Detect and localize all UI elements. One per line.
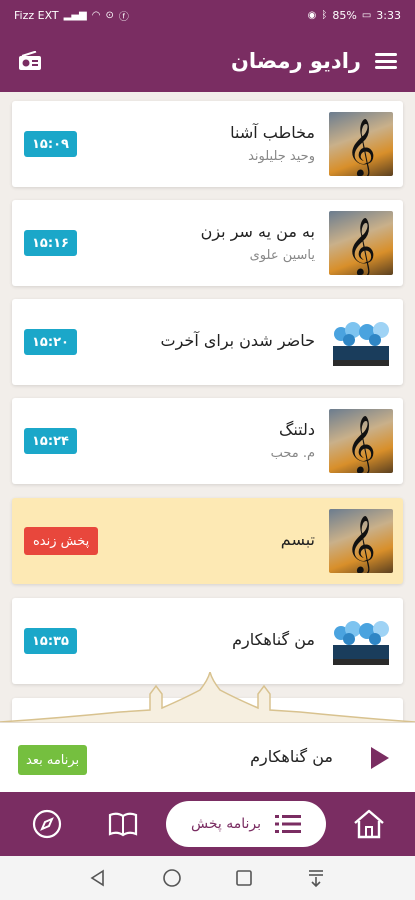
program-title: به من یه سر بزن [200, 222, 315, 241]
music-note-thumbnail: 𝄞 [329, 509, 393, 573]
compass-icon[interactable] [30, 807, 64, 841]
schedule-tab[interactable]: برنامه پخش [166, 801, 326, 847]
book-icon[interactable] [106, 807, 140, 841]
bluetooth-icon: ᛒ [321, 9, 328, 21]
status-bar: Fizz EXT ▂▄▆ ◠ ⊙ ⓕ ◉ ᛒ 85% ▭ 3:33 [0, 0, 415, 30]
recents-icon[interactable] [234, 868, 254, 888]
program-card[interactable]: 𝄞 دلتنگ م. محب ۱۵:۲۴ [12, 398, 403, 484]
battery-icon: ▭ [361, 9, 372, 21]
eye-icon: ◉ [307, 9, 317, 21]
program-card[interactable]: 𝄞 به من یه سر بزن یاسین علوی ۱۵:۱۶ [12, 200, 403, 286]
svg-text:𝄞: 𝄞 [346, 515, 376, 573]
status-left: Fizz EXT ▂▄▆ ◠ ⊙ ⓕ [14, 8, 129, 23]
system-nav-bar [0, 856, 415, 900]
notifications-down-icon[interactable] [306, 868, 326, 888]
next-program-button[interactable]: برنامه بعد [18, 745, 88, 775]
bottom-nav: برنامه پخش [0, 792, 415, 856]
back-icon[interactable] [88, 868, 108, 888]
program-title: مخاطب آشنا [230, 123, 315, 142]
now-playing-bar: برنامه بعد من گناهکارم [0, 722, 415, 793]
time-badge: ۱۵:۰۹ [24, 131, 77, 157]
svg-text:𝄞: 𝄞 [346, 217, 376, 275]
program-artist: م. محب [270, 446, 315, 461]
time-badge: ۱۵:۱۶ [24, 230, 77, 256]
program-list[interactable]: 𝄞 مخاطب آشنا وحید جلیلوند ۱۵:۰۹ 𝄞 به من … [0, 92, 415, 732]
live-badge: پخش زنده [24, 527, 99, 555]
vpn-icon: ⊙ [105, 9, 114, 21]
crowd-thumbnail [329, 609, 393, 673]
program-title: حاضر شدن برای آخرت [160, 331, 315, 350]
home-icon[interactable] [352, 807, 386, 841]
music-note-thumbnail: 𝄞 [329, 409, 393, 473]
signal-icon: ▂▄▆ [63, 9, 87, 21]
battery-percent: 85% [332, 8, 357, 22]
svg-text:𝄞: 𝄞 [346, 415, 376, 473]
carrier-label: Fizz EXT [14, 8, 59, 22]
time-badge: ۱۵:۲۴ [24, 428, 77, 454]
app-header: رادیو رمضان [0, 30, 415, 92]
svg-text:𝄞: 𝄞 [346, 118, 376, 176]
now-playing-title: من گناهکارم [250, 747, 333, 766]
page-title: رادیو رمضان [230, 49, 361, 73]
program-card[interactable]: من گناهکارم ۱۵:۳۵ [12, 598, 403, 684]
program-card-live[interactable]: 𝄞 تبسم پخش زنده [12, 498, 403, 584]
home-circle-icon[interactable] [162, 868, 182, 888]
program-artist: وحید جلیلوند [248, 149, 315, 164]
program-title: دلتنگ [279, 420, 315, 439]
wifi-icon: ◠ [91, 9, 101, 21]
music-note-thumbnail: 𝄞 [329, 211, 393, 275]
radio-icon[interactable] [18, 50, 42, 71]
program-title: من گناهکارم [232, 630, 315, 649]
program-card[interactable]: 𝄞 مخاطب آشنا وحید جلیلوند ۱۵:۰۹ [12, 101, 403, 187]
menu-icon[interactable] [375, 53, 397, 69]
status-right: ◉ ᛒ 85% ▭ 3:33 [308, 9, 401, 22]
time-badge: ۱۵:۲۰ [24, 329, 77, 355]
crowd-thumbnail [329, 310, 393, 374]
program-title: تبسم [280, 530, 315, 549]
clock: 3:33 [376, 8, 401, 22]
list-icon [275, 815, 302, 833]
time-badge: ۱۵:۳۵ [24, 628, 77, 654]
facebook-icon: ⓕ [118, 11, 129, 23]
schedule-label: برنامه پخش [190, 816, 262, 832]
play-icon[interactable] [371, 747, 389, 769]
program-card[interactable]: حاضر شدن برای آخرت ۱۵:۲۰ [12, 299, 403, 385]
music-note-thumbnail: 𝄞 [329, 112, 393, 176]
program-artist: یاسین علوی [249, 248, 315, 263]
